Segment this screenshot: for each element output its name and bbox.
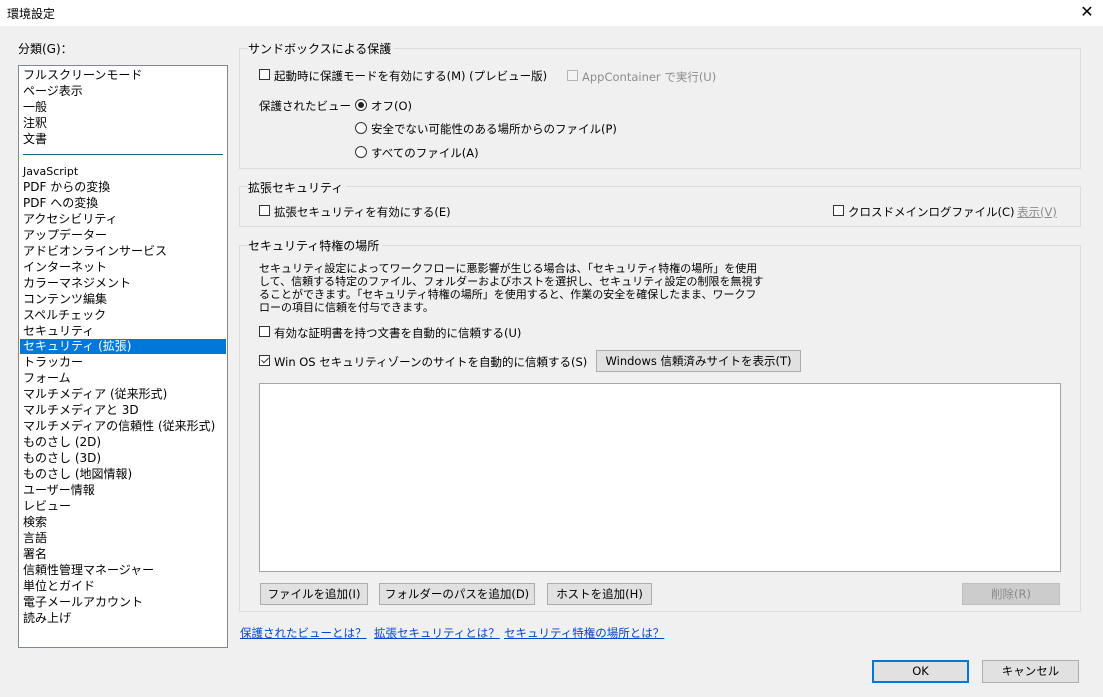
category-item[interactable]: 一般 — [23, 100, 47, 115]
category-item[interactable]: ものさし (2D) — [23, 435, 101, 450]
privileged-locations-title: セキュリティ特権の場所 — [248, 237, 383, 254]
category-item[interactable]: セキュリティ — [23, 324, 94, 339]
add-file-button[interactable]: ファイルを追加(I) — [260, 583, 368, 605]
category-item[interactable]: マルチメディア (従来形式) — [23, 387, 167, 402]
radio-off-label[interactable]: オフ(O) — [371, 98, 412, 114]
category-item[interactable]: アドビオンラインサービス — [23, 244, 167, 259]
category-item[interactable]: ページ表示 — [23, 84, 83, 99]
trust-winos-zones-label[interactable]: Win OS セキュリティゾーンのサイトを自動的に信頼する(S) — [274, 354, 587, 370]
privileged-description-line-4: ローの項目に信頼を付与できます。 — [259, 301, 434, 314]
privileged-locations-list[interactable] — [259, 383, 1061, 572]
category-item[interactable]: 単位とガイド — [23, 579, 95, 594]
protected-view-help-link[interactable]: 保護されたビューとは？ — [240, 625, 367, 641]
crossdomain-log-checkbox[interactable] — [833, 205, 844, 216]
appcontainer-checkbox — [567, 70, 578, 81]
close-icon[interactable]: ✕ — [1076, 1, 1098, 23]
category-item[interactable]: 注釈 — [23, 116, 47, 131]
category-item[interactable]: PDF からの変換 — [23, 180, 110, 195]
category-item[interactable]: 読み上げ — [23, 611, 71, 626]
category-item[interactable]: 検索 — [23, 515, 47, 530]
sandbox-title: サンドボックスによる保護 — [248, 40, 395, 57]
add-folder-path-button[interactable]: フォルダーのパスを追加(D) — [379, 583, 535, 605]
radio-unsafe-locations-label[interactable]: 安全でない可能性のある場所からのファイル(P) — [371, 121, 617, 137]
radio-off[interactable] — [355, 99, 367, 111]
category-item[interactable]: フルスクリーンモード — [23, 68, 142, 83]
add-host-button[interactable]: ホストを追加(H) — [547, 583, 652, 605]
view-log-button: 表示(V) — [1017, 205, 1057, 219]
category-item[interactable]: ユーザー情報 — [23, 483, 95, 498]
privileged-description-line-1: セキュリティ設定によってワークフローに悪影響が生じる場合は、「セキュリティ特権の… — [259, 262, 758, 275]
category-item[interactable]: コンテンツ編集 — [23, 292, 107, 307]
category-item[interactable]: アップデーター — [23, 228, 107, 243]
category-item[interactable]: レビュー — [23, 499, 71, 514]
window-title: 環境設定 — [7, 7, 56, 21]
category-item[interactable]: ものさし (3D) — [23, 451, 101, 466]
category-item[interactable]: JavaScript — [23, 164, 78, 179]
enhanced-security-help-link[interactable]: 拡張セキュリティとは？ — [374, 625, 500, 641]
category-item[interactable]: 言語 — [23, 531, 47, 546]
enable-enhanced-label[interactable]: 拡張セキュリティを有効にする(E) — [274, 204, 451, 220]
trust-certified-label[interactable]: 有効な証明書を持つ文書を自動的に信頼する(U) — [274, 325, 521, 341]
radio-unsafe-locations[interactable] — [355, 122, 367, 134]
title-bar — [0, 0, 1103, 26]
category-item[interactable]: マルチメディアと 3D — [23, 403, 139, 418]
category-item[interactable]: ものさし (地図情報) — [23, 467, 132, 482]
enable-enhanced-checkbox[interactable] — [259, 205, 270, 216]
category-item[interactable]: 電子メールアカウント — [23, 595, 143, 610]
privileged-description-line-2: して、信頼する特定のファイル、フォルダーおよびホストを選択し、セキュリティ設定の… — [259, 275, 764, 288]
category-item[interactable]: 信頼性管理マネージャー — [23, 563, 154, 578]
category-item[interactable]: 文書 — [23, 132, 47, 147]
protected-view-label: 保護されたビュー — [259, 99, 351, 113]
category-item[interactable]: PDF への変換 — [23, 196, 98, 211]
protected-mode-checkbox[interactable] — [259, 69, 270, 80]
trust-winos-zones-checkbox[interactable] — [259, 355, 270, 366]
privileged-description-line-3: ることができます。「セキュリティ特権の場所」を使用すると、作業の安全を確保したま… — [259, 288, 757, 301]
protected-mode-label[interactable]: 起動時に保護モードを有効にする(M) (プレビュー版) — [274, 68, 547, 84]
enhanced-security-title: 拡張セキュリティ — [248, 179, 347, 196]
category-item[interactable]: セキュリティ (拡張) — [20, 339, 226, 355]
privileged-locations-help-link[interactable]: セキュリティ特権の場所とは？ — [504, 625, 664, 641]
category-label: 分類(G)： — [18, 42, 73, 56]
category-item[interactable]: スペルチェック — [23, 308, 106, 323]
appcontainer-label: AppContainer で実行(U) — [582, 70, 717, 84]
crossdomain-log-label[interactable]: クロスドメインログファイル(C) — [848, 204, 1015, 220]
trust-certified-checkbox[interactable] — [259, 326, 270, 337]
category-item[interactable]: インターネット — [23, 260, 107, 275]
category-item[interactable]: トラッカー — [23, 355, 83, 370]
cancel-button[interactable]: キャンセル — [982, 660, 1079, 683]
category-item[interactable]: マルチメディアの信頼性 (従来形式) — [23, 419, 215, 434]
category-list[interactable]: フルスクリーンモード ページ表示 一般 注釈 文書 JavaScript PDF からの変換… — [18, 65, 228, 648]
delete-button: 削除(R) — [962, 583, 1060, 605]
category-item[interactable]: カラーマネジメント — [23, 276, 131, 291]
category-separator — [23, 154, 223, 155]
category-item[interactable]: 署名 — [23, 547, 47, 562]
radio-all-files-label[interactable]: すべてのファイル(A) — [371, 145, 479, 161]
ok-button[interactable]: OK — [872, 660, 969, 683]
category-item[interactable]: アクセシビリティ — [23, 212, 118, 227]
radio-all-files[interactable] — [355, 146, 367, 158]
category-item[interactable]: フォーム — [23, 371, 71, 386]
show-trusted-sites-button[interactable]: Windows 信頼済みサイトを表示(T) — [596, 350, 801, 372]
